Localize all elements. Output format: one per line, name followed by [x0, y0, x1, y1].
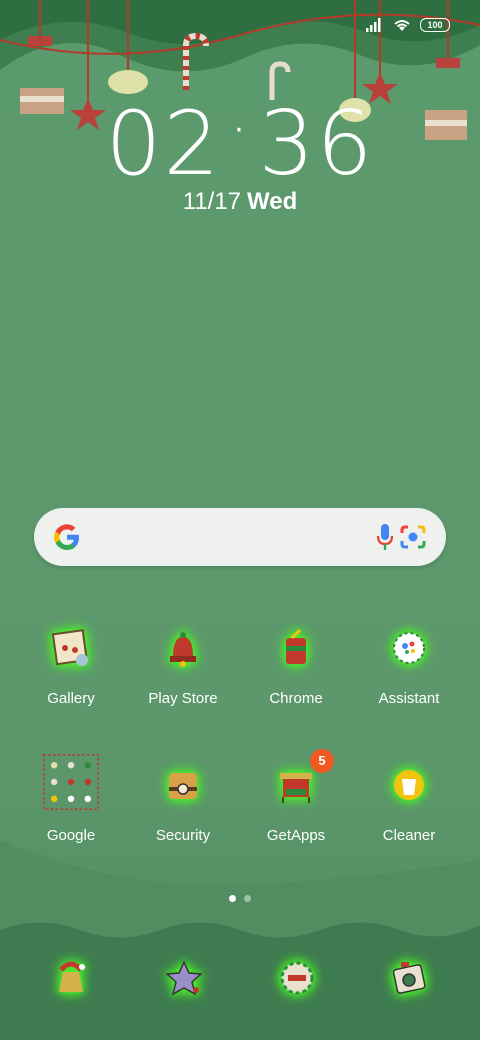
messages-icon: [165, 960, 203, 996]
cleaner-icon: [381, 757, 437, 813]
gallery-icon: [43, 620, 99, 676]
app-label: Play Store: [148, 690, 218, 707]
lens-icon[interactable]: [399, 523, 427, 551]
app-chrome[interactable]: Chrome: [240, 620, 352, 707]
date-label[interactable]: 11/17 Wed: [0, 188, 480, 216]
hill-decoration: [0, 840, 480, 1040]
play-store-icon: [155, 620, 211, 676]
dock-browser[interactable]: [269, 950, 325, 1006]
clock-widget[interactable]: 02·36: [0, 92, 480, 195]
app-play-store[interactable]: Play Store: [127, 620, 239, 707]
app-label: Gallery: [47, 690, 95, 707]
browser-icon: [280, 961, 314, 995]
battery-icon: 100: [420, 18, 450, 32]
assistant-icon: [381, 620, 437, 676]
app-gallery[interactable]: Gallery: [15, 620, 127, 707]
date-value: 11/17: [182, 188, 242, 215]
app-label: Assistant: [378, 690, 440, 707]
camera-icon: [392, 962, 426, 994]
clock-separator: ·: [229, 95, 251, 165]
weekday-value: Wed: [247, 188, 298, 215]
app-label: Chrome: [269, 690, 323, 707]
google-icon: [54, 524, 79, 550]
security-icon: [155, 757, 211, 813]
clock-hours: 02: [105, 92, 222, 195]
dock-camera[interactable]: [381, 950, 437, 1006]
page-dot-1[interactable]: [229, 895, 236, 902]
notification-badge: 5: [310, 749, 334, 773]
app-assistant[interactable]: Assistant: [353, 620, 465, 707]
signal-icon: [366, 18, 381, 32]
google-folder-icon: [43, 754, 99, 813]
chrome-icon: [268, 620, 324, 676]
google-search-bar[interactable]: [34, 508, 446, 566]
mic-icon[interactable]: [376, 523, 394, 551]
wifi-icon: [394, 20, 410, 31]
clock-minutes: 36: [258, 92, 375, 195]
dock-phone[interactable]: [43, 950, 99, 1006]
phone-icon: [59, 961, 85, 992]
status-bar: 100: [0, 0, 480, 36]
page-indicator[interactable]: [0, 895, 480, 902]
dock-messages[interactable]: [156, 950, 212, 1006]
page-dot-2[interactable]: [244, 895, 251, 902]
